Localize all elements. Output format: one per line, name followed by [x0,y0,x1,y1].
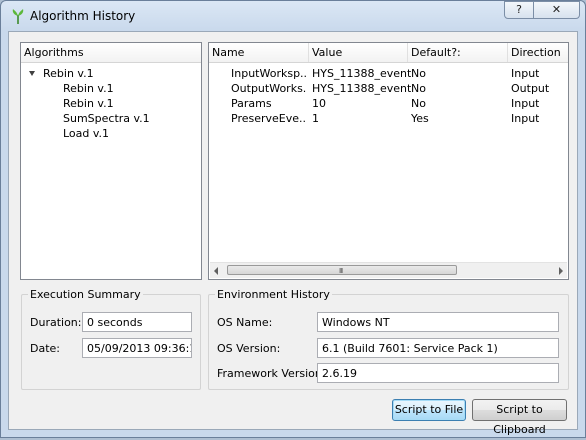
script-to-file-button[interactable]: Script to File [392,399,466,421]
duration-field[interactable]: 0 seconds [82,312,192,332]
cell-default: No [411,97,426,110]
expand-arrow-icon[interactable] [29,71,35,76]
cell-direction: Input [511,112,540,125]
column-header-name[interactable]: Name [212,46,244,59]
algorithms-header-label: Algorithms [24,46,84,59]
tree-item-rebin[interactable]: Rebin v.1 [63,97,114,110]
os-name-field[interactable]: Windows NT [317,312,559,332]
environment-history-group: Environment History OS Name: Windows NT … [208,288,569,390]
column-divider[interactable] [407,43,408,62]
cell-name: PreserveEve... [231,112,307,125]
scroll-grip: III [339,267,343,275]
script-to-clipboard-button[interactable]: Script to Clipboard [472,399,567,436]
execution-summary-title: Execution Summary [28,288,143,301]
os-version-label: OS Version: [217,342,281,355]
cell-default: Yes [411,112,429,125]
window-title: Algorithm History [30,9,136,23]
properties-header: Name Value Default?: Direction [209,43,568,63]
help-button[interactable]: ? [504,1,534,19]
os-version-field[interactable]: 6.1 (Build 7601: Service Pack 1) [317,338,559,358]
date-label: Date: [30,342,60,355]
cell-default: No [411,67,426,80]
dialog-body: Algorithms Rebin v.1 Rebin v.1 Rebin v.1… [8,31,578,436]
cell-value: 1 [312,112,319,125]
tree-item-load[interactable]: Load v.1 [63,127,109,140]
horizontal-scrollbar[interactable]: III [210,262,567,278]
properties-table[interactable]: Name Value Default?: Direction InputWork… [208,42,569,280]
close-button[interactable]: ✕ [533,1,580,19]
execution-summary-group: Execution Summary Duration: 0 seconds Da… [21,288,201,390]
scroll-thumb[interactable]: III [227,265,457,275]
tree-item-rebin-root[interactable]: Rebin v.1 [21,67,201,82]
column-divider[interactable] [308,43,309,62]
framework-version-field[interactable]: 2.6.19 [317,363,559,383]
algorithm-history-window: Algorithm History ? ✕ Algorithms Rebin v… [0,0,586,438]
cell-value: HYS_11388_event [312,82,412,95]
title-bar[interactable]: Algorithm History [1,1,585,31]
tree-item-label: Rebin v.1 [43,67,94,80]
mantid-icon [12,9,24,24]
cell-name: InputWorksp... [231,67,307,80]
tree-item-rebin[interactable]: Rebin v.1 [63,82,114,95]
tree-item-sumspectra[interactable]: SumSpectra v.1 [63,112,150,125]
duration-label: Duration: [30,316,82,329]
environment-history-title: Environment History [215,288,332,301]
date-field[interactable]: 05/09/2013 09:36:19 [82,338,192,358]
cell-direction: Input [511,67,540,80]
scroll-right-icon[interactable] [559,267,563,275]
scroll-left-icon[interactable] [214,267,218,275]
column-header-value[interactable]: Value [312,46,342,59]
column-divider[interactable] [507,43,508,62]
algorithms-tree[interactable]: Algorithms Rebin v.1 Rebin v.1 Rebin v.1… [20,42,202,280]
cell-value: 10 [312,97,326,110]
framework-version-label: Framework Version: [217,367,326,380]
cell-direction: Output [511,82,550,95]
cell-default: No [411,82,426,95]
cell-direction: Input [511,97,540,110]
algorithms-header[interactable]: Algorithms [21,43,201,63]
cell-name: Params [231,97,272,110]
cell-name: OutputWorks... [231,82,307,95]
os-name-label: OS Name: [217,316,273,329]
column-header-default[interactable]: Default?: [411,46,461,59]
column-header-direction[interactable]: Direction [511,46,561,59]
cell-value: HYS_11388_event [312,67,412,80]
